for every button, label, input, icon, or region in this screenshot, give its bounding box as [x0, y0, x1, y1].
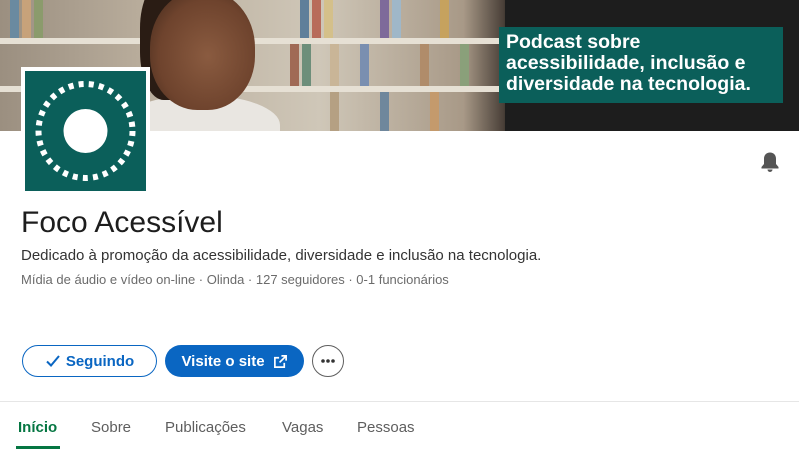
- company-name: Foco Acessível: [21, 206, 223, 239]
- book: [300, 0, 309, 38]
- book: [430, 92, 439, 131]
- book: [380, 92, 389, 131]
- tab-pessoas[interactable]: Pessoas: [357, 419, 415, 437]
- book: [360, 44, 369, 86]
- check-icon: [46, 355, 60, 367]
- book: [34, 0, 43, 38]
- tab-sobre[interactable]: Sobre: [91, 419, 131, 437]
- logo-mark: [25, 71, 146, 191]
- bell-icon[interactable]: [758, 150, 782, 174]
- book: [380, 0, 389, 38]
- page-tabs: Início Sobre Publicações Vagas Pessoas: [0, 402, 799, 449]
- tab-vagas[interactable]: Vagas: [282, 419, 323, 437]
- visit-site-button[interactable]: Visite o site: [165, 345, 304, 377]
- book: [420, 44, 429, 86]
- book: [330, 92, 339, 131]
- book: [392, 0, 401, 38]
- company-meta: Mídia de áudio e vídeo on-line · Olinda …: [21, 272, 449, 287]
- visit-label: Visite o site: [181, 352, 265, 370]
- more-options-button[interactable]: [312, 345, 344, 377]
- book: [440, 0, 449, 38]
- book: [312, 0, 321, 38]
- circle-logo-icon: [35, 81, 136, 181]
- following-button[interactable]: Seguindo: [22, 345, 157, 377]
- book: [22, 0, 31, 38]
- book: [10, 0, 19, 38]
- book: [460, 44, 469, 86]
- book: [302, 44, 311, 86]
- company-tagline: Dedicado à promoção da acessibilidade, d…: [21, 247, 542, 264]
- ellipsis-icon: [321, 359, 335, 363]
- book: [330, 44, 339, 86]
- external-link-icon: [273, 354, 287, 368]
- company-logo[interactable]: [21, 67, 150, 195]
- tab-publicacoes[interactable]: Publicações: [165, 419, 246, 437]
- person-face: [150, 0, 255, 110]
- banner-text: Podcast sobre acessibilidade, inclusão e…: [499, 27, 783, 103]
- book: [290, 44, 299, 86]
- book: [324, 0, 333, 38]
- following-label: Seguindo: [65, 352, 135, 370]
- tab-inicio[interactable]: Início: [18, 419, 57, 437]
